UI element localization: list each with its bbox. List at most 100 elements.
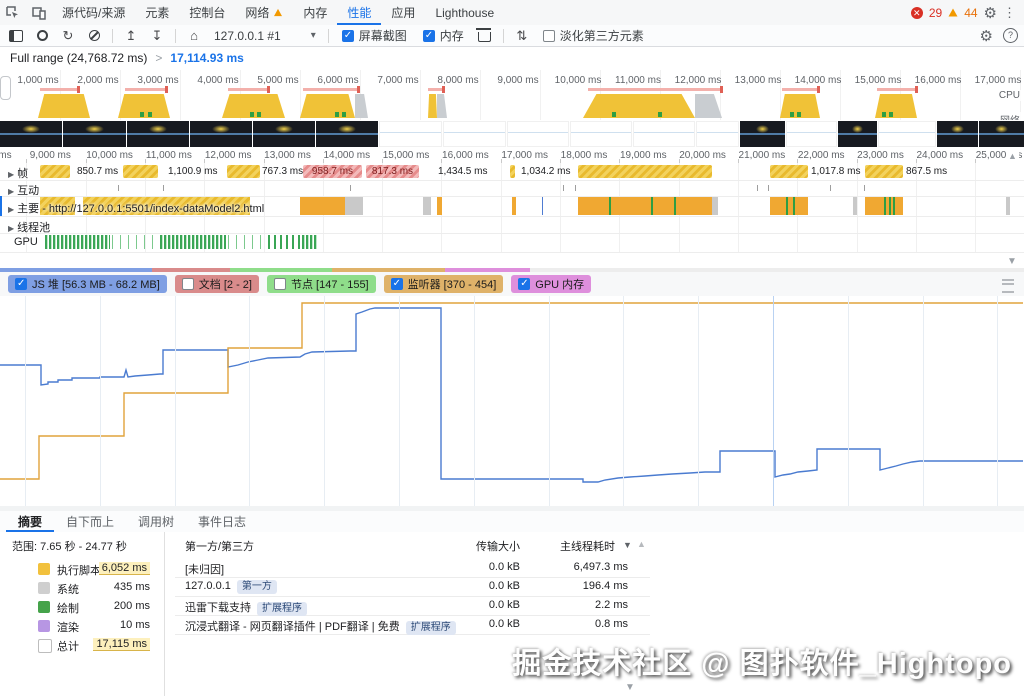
screenshot-frame[interactable] [316,121,378,147]
screenshot-frame[interactable] [443,121,506,147]
details-tab-自下而上[interactable]: 自下而上 [54,512,126,532]
table-row[interactable]: [未归因] 0.0 kB 6,497.3 ms [175,558,650,578]
sort-desc-icon[interactable]: ▼ [623,540,632,550]
tab-内存[interactable]: 内存 [293,1,337,25]
tab-控制台[interactable]: 控制台 [179,1,235,25]
collapse-arrow-icon[interactable]: ▶ [8,187,14,196]
main-thread-activity-block[interactable] [712,197,718,215]
dim-third-party-checkbox[interactable]: 淡化第三方元素 [542,27,644,44]
frame-duration-block[interactable] [578,165,712,178]
main-thread-activity-block[interactable] [542,197,543,215]
timeline-overview-minimap[interactable]: 1,000 ms 2,000 ms 3,000 ms 4,000 ms 5,000 ms… [0,70,1024,120]
table-row[interactable]: 127.0.0.1 第一方 0.0 kB 196.4 ms [175,577,650,597]
checkbox-unchecked-icon[interactable] [273,278,286,290]
collapse-arrow-icon[interactable]: ▶ [8,170,14,179]
checkbox-checked-icon[interactable] [390,278,403,290]
screenshots-checkbox[interactable]: 屏幕截图 [341,27,407,44]
settings-gear-icon[interactable]: ⚙ [984,4,997,22]
screenshot-frame[interactable] [786,121,837,147]
table-scroll-up-icon[interactable]: ▲ [637,539,646,549]
memory-counter-chip[interactable]: 节点 [147 - 155] [266,275,376,293]
screenshot-frame[interactable] [937,121,978,147]
legend-menu-icon[interactable] [1002,279,1014,293]
details-tab-调用树[interactable]: 调用树 [126,512,186,532]
collect-garbage-icon[interactable] [473,26,497,46]
page-scroll-down-icon[interactable]: ▼ [625,682,635,693]
more-options-icon[interactable]: ⋮ [1003,5,1016,21]
main-thread-activity-block[interactable] [437,197,442,215]
memory-counter-chip[interactable]: 监听器 [370 - 454] [383,275,504,293]
main-thread-activity-block[interactable] [853,197,857,215]
warning-count[interactable]: 44 [964,6,977,20]
table-row[interactable]: 迅雷下载支持 扩展程序 0.0 kB 2.2 ms [175,596,650,616]
reload-and-record-icon[interactable]: ↻ [56,26,80,46]
clear-icon[interactable] [82,26,106,46]
error-count[interactable]: 29 [929,6,942,20]
dropped-frame-block[interactable]: 958.7 ms [303,165,362,178]
memory-counter-chip[interactable]: JS 堆 [56.3 MB - 68.2 MB] [8,275,167,293]
collapse-arrow-icon[interactable]: ▶ [8,205,14,214]
memory-counter-chip[interactable]: GPU 内存 [511,275,592,293]
details-tab-摘要[interactable]: 摘要 [6,512,54,532]
checkbox-unchecked-icon[interactable] [181,278,194,290]
memory-counter-chip[interactable]: 文档 [2 - 2] [174,275,259,293]
device-toolbar-icon[interactable] [26,1,52,25]
screenshot-frame[interactable] [127,121,189,147]
frame-duration-block[interactable] [227,165,260,178]
tab-应用[interactable]: 应用 [381,1,425,25]
scroll-down-icon[interactable]: ▼ [1007,256,1017,267]
screenshot-frame[interactable] [253,121,315,147]
tab-性能[interactable]: 性能 [337,1,381,25]
screenshot-frame[interactable] [0,121,62,147]
screenshot-frame[interactable] [507,121,569,147]
checkbox-checked-icon[interactable] [15,278,27,290]
screenshot-frame[interactable] [878,121,936,147]
selected-range-crumb[interactable]: 17,114.93 ms [170,51,243,65]
full-range-crumb[interactable]: Full range (24,768.72 ms) [10,51,147,65]
main-thread-activity-block[interactable] [1006,197,1010,215]
inspect-element-icon[interactable] [0,1,26,25]
checkbox-unchecked-icon[interactable] [542,29,555,42]
capture-settings-gear-icon[interactable]: ⚙ [980,27,993,45]
screenshot-frame[interactable] [190,121,252,147]
screenshot-frame[interactable] [838,121,877,147]
checkbox-checked-icon[interactable] [518,278,531,290]
live-metrics-home-icon[interactable]: ⌂ [182,26,206,46]
screenshot-frame[interactable] [979,121,1024,147]
main-thread-activity-block[interactable] [423,197,431,215]
frame-duration-block[interactable] [865,165,903,178]
tab-Lighthouse[interactable]: Lighthouse [425,1,504,25]
main-thread-activity-block[interactable] [512,197,516,215]
frame-duration-block[interactable] [123,165,158,178]
collapse-arrow-icon[interactable]: ▶ [8,224,14,233]
screenshot-frame[interactable] [570,121,632,147]
upload-profile-icon[interactable]: ↥ [119,26,143,46]
dropped-frame-block[interactable]: 817.3 ms [366,165,419,178]
error-badge-icon[interactable]: ✕ [910,6,923,19]
toggle-sidebar-icon[interactable] [4,26,28,46]
frame-duration-block[interactable] [770,165,808,178]
main-thread-activity-block[interactable] [578,197,712,215]
isolate-arrows-icon[interactable]: ⇅ [510,26,534,46]
screenshot-frame[interactable] [696,121,739,147]
table-header-name[interactable]: 第一方/第三方 [185,538,254,554]
screenshot-frame[interactable] [379,121,442,147]
table-header-size[interactable]: 传输大小 [455,538,520,554]
tab-源代码/来源[interactable]: 源代码/来源 [52,1,135,25]
main-thread-activity-block[interactable] [300,197,345,215]
frame-duration-block[interactable] [510,165,515,178]
tab-网络[interactable]: 网络 [235,1,293,25]
screenshot-frame[interactable] [63,121,126,147]
memory-checkbox[interactable]: 内存 [422,27,464,44]
checkbox-checked-icon[interactable] [341,29,354,42]
main-thread-activity-block[interactable] [770,197,808,215]
main-thread-activity-block[interactable] [345,197,363,215]
details-tab-事件日志[interactable]: 事件日志 [186,512,258,532]
download-profile-icon[interactable]: ↧ [145,26,169,46]
checkbox-checked-icon[interactable] [422,29,435,42]
frame-duration-block[interactable] [40,165,70,178]
screenshot-frame[interactable] [633,121,695,147]
record-icon[interactable] [30,26,54,46]
table-row[interactable]: 沉浸式翻译 - 网页翻译插件 | PDF翻译 | 免费 扩展程序 0.0 kB 0.8… [175,615,650,635]
minimap-window-handle[interactable] [0,76,11,100]
